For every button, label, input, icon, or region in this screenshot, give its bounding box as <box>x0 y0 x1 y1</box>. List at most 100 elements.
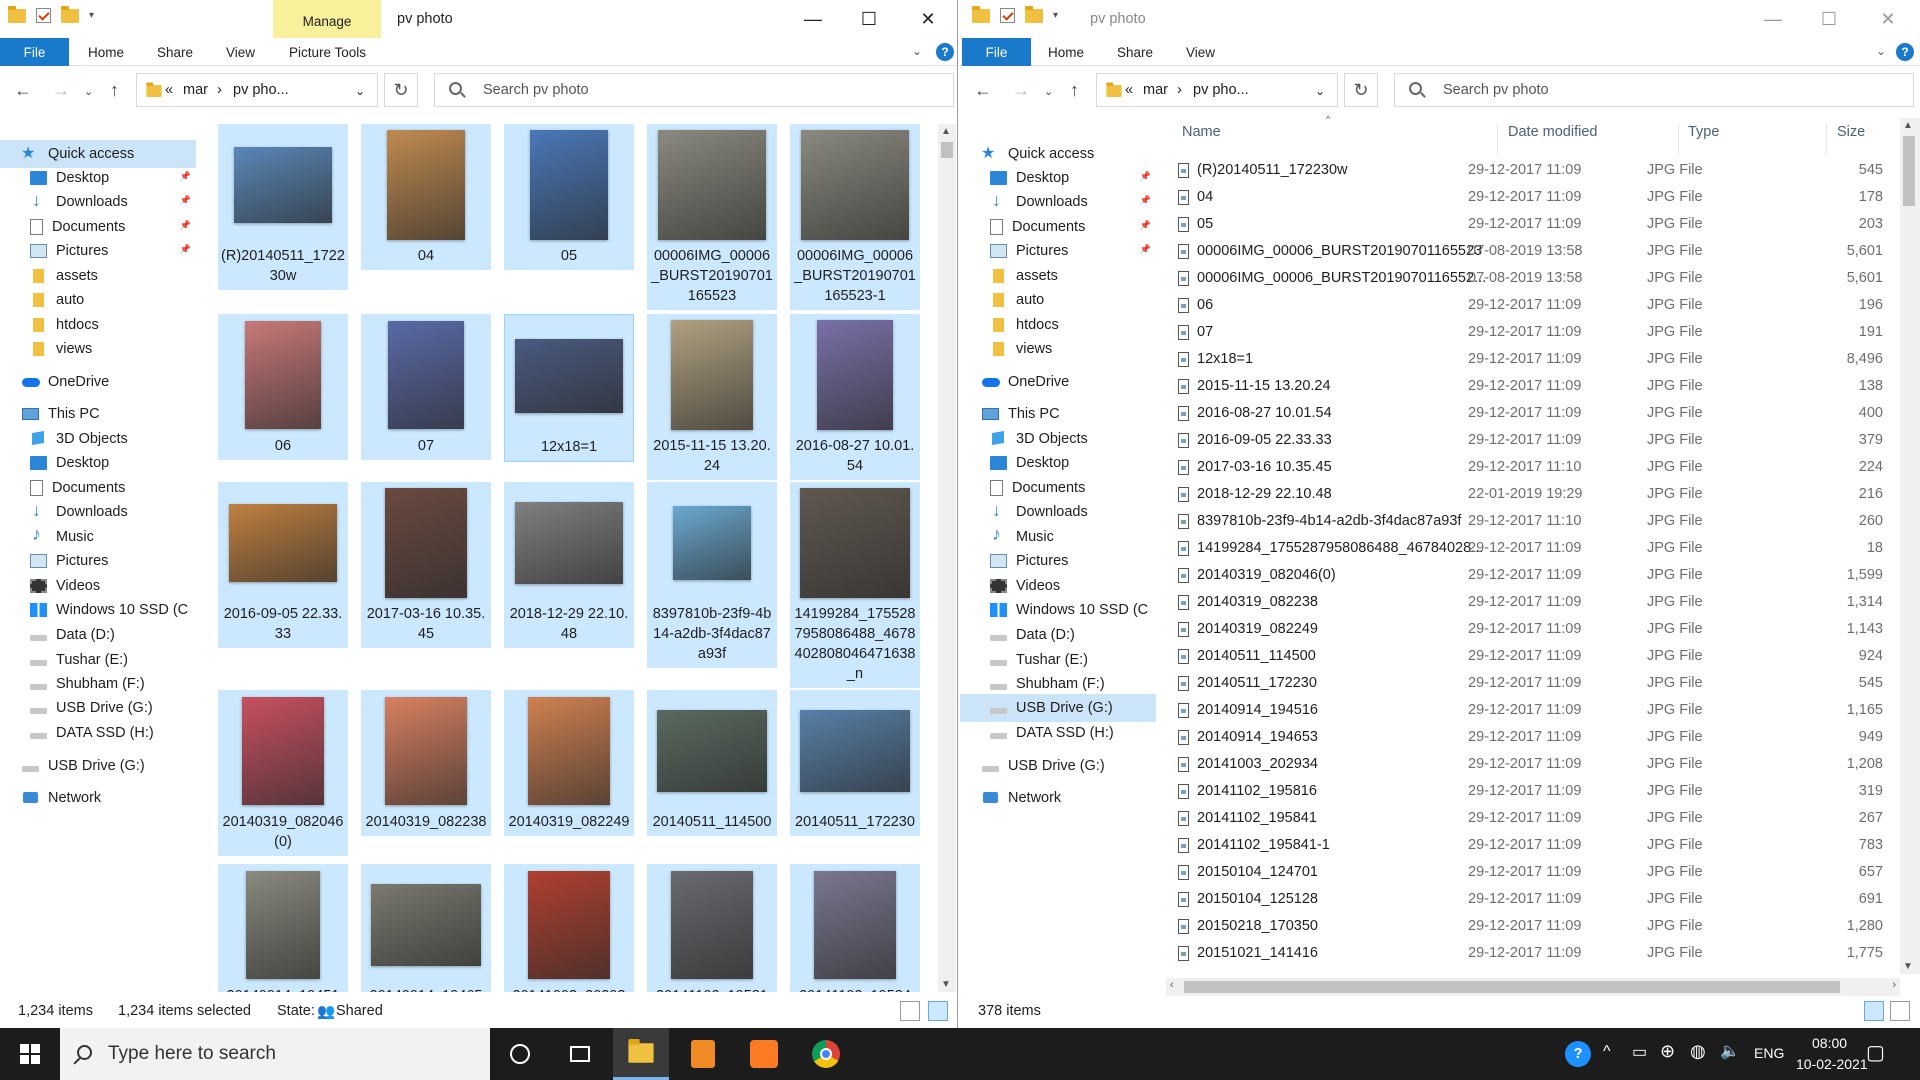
nav-item[interactable]: USB Drive (G:) <box>0 752 196 780</box>
file-tile[interactable]: 2017-03-16 10.35.45 <box>361 482 491 648</box>
list-row[interactable]: 04 29-12-2017 11:09 JPG File 178 <box>1175 185 1895 212</box>
list-row[interactable]: 05 29-12-2017 11:09 JPG File 203 <box>1175 212 1895 239</box>
sublime-text-taskbar-icon[interactable] <box>675 1028 731 1080</box>
list-row[interactable]: 20141102_195841 29-12-2017 11:09 JPG File 2… <box>1175 806 1895 833</box>
large-icons-view-icon[interactable] <box>1890 1001 1910 1021</box>
list-row[interactable]: 20140319_082249 29-12-2017 11:09 JPG File 1… <box>1175 617 1895 644</box>
forward-icon[interactable]: → <box>52 80 70 101</box>
file-tile[interactable]: (R)20140511_172230w <box>218 124 348 290</box>
list-row[interactable]: 07 29-12-2017 11:09 JPG File 191 <box>1175 320 1895 347</box>
network-tray-icon[interactable]: ⊕ <box>1660 1041 1675 1062</box>
pin-icon[interactable]: 📌 <box>180 220 191 231</box>
file-tile[interactable]: 04 <box>361 124 491 270</box>
volume-icon[interactable]: 🔈 <box>1720 1041 1740 1061</box>
scroll-left-icon[interactable]: ‹ <box>1170 979 1174 991</box>
battery-icon[interactable]: ▭ <box>1632 1042 1647 1062</box>
pin-icon[interactable]: 📌 <box>180 195 191 206</box>
taskbar-search-input[interactable]: Type here to search <box>60 1028 490 1080</box>
file-tile[interactable]: 2018-12-29 22.10.48 <box>504 482 634 648</box>
start-button[interactable] <box>2 1028 58 1080</box>
clock-date[interactable]: 10-02-2021 <box>1796 1056 1868 1072</box>
list-row[interactable]: 20140511_172230 29-12-2017 11:09 JPG File 5… <box>1175 671 1895 698</box>
nav-item[interactable]: Data (D:) <box>0 621 196 649</box>
nav-item[interactable]: DATA SSD (H:) <box>0 719 196 747</box>
nav-item[interactable]: Network <box>0 784 196 812</box>
nav-item[interactable]: auto <box>0 286 196 314</box>
vertical-scrollbar[interactable]: ▲ ▼ <box>938 124 956 992</box>
details-view-icon[interactable] <box>1864 1001 1884 1021</box>
list-row[interactable]: 2017-03-16 10.35.45 29-12-2017 11:10 JPG F… <box>1175 455 1895 482</box>
notification-icon[interactable]: ▢ <box>1866 1040 1885 1065</box>
list-row[interactable]: 2016-09-05 22.33.33 29-12-2017 11:09 JPG F… <box>1175 428 1895 455</box>
list-row[interactable]: 2016-08-27 10.01.54 29-12-2017 11:09 JPG F… <box>1175 401 1895 428</box>
chevron-up-icon[interactable]: ^ <box>1603 1043 1611 1061</box>
horizontal-scrollbar[interactable]: ‹ › <box>1166 978 1900 996</box>
breadcrumb-current[interactable]: pv pho... <box>233 82 289 98</box>
tab-home[interactable]: Home <box>88 45 124 60</box>
file-tile[interactable]: 20140511_172230 <box>790 690 920 836</box>
file-tile[interactable]: 20140319_082238 <box>361 690 491 836</box>
list-row[interactable]: 12x18=1 29-12-2017 11:09 JPG File 8,496 <box>1175 347 1895 374</box>
file-tile[interactable]: 07 <box>361 314 491 460</box>
list-row[interactable]: 14199284_1755287958086488_46784028... 29-… <box>1175 536 1895 563</box>
pin-icon[interactable]: 📌 <box>180 171 191 182</box>
properties-icon[interactable] <box>36 8 51 23</box>
file-tile[interactable]: 20140511_114500 <box>647 690 777 836</box>
list-row[interactable]: 20150104_125128 29-12-2017 11:09 JPG File 6… <box>1175 887 1895 914</box>
breadcrumb-overflow[interactable]: « <box>165 82 173 98</box>
vertical-scrollbar[interactable]: ▲ ▼ <box>1900 118 1920 974</box>
file-tile[interactable]: 06 <box>218 314 348 460</box>
details-view-icon[interactable] <box>900 1001 920 1021</box>
chrome-taskbar-icon[interactable] <box>798 1028 854 1080</box>
large-icons-view-icon[interactable] <box>928 1001 948 1021</box>
scroll-up-icon[interactable]: ▲ <box>941 126 951 137</box>
list-row[interactable]: 00006IMG_00006_BURST2019070116552... 07-0… <box>1175 266 1895 293</box>
nav-item[interactable]: This PC <box>0 400 196 428</box>
scroll-thumb[interactable] <box>941 142 953 158</box>
list-row[interactable]: 20140319_082238 29-12-2017 11:09 JPG File 1… <box>1175 590 1895 617</box>
file-tile[interactable]: 20141003_20293 <box>504 864 634 992</box>
recent-icon[interactable]: ⌄ <box>84 85 93 98</box>
new-folder-icon[interactable] <box>61 5 79 23</box>
file-tile[interactable]: 20140319_082046(0) <box>218 690 348 856</box>
nav-item[interactable]: Downloads <box>0 498 196 526</box>
nav-item[interactable]: USB Drive (G:) <box>0 694 196 722</box>
file-tile[interactable]: 20140914_19451 <box>218 864 348 992</box>
scroll-thumb[interactable] <box>1903 136 1915 206</box>
help-tray-icon[interactable]: ? <box>1548 1028 1608 1080</box>
file-tile[interactable]: 2016-09-05 22.33.33 <box>218 482 348 648</box>
pin-icon[interactable]: 📌 <box>180 244 191 255</box>
tab-view[interactable]: View <box>226 45 255 60</box>
nav-item[interactable]: Windows 10 SSD (C <box>0 596 196 624</box>
list-row[interactable]: (R)20140511_172230w 29-12-2017 11:09 JPG F… <box>1175 158 1895 185</box>
file-explorer-taskbar-icon[interactable] <box>613 1028 669 1080</box>
file-tile[interactable]: 2016-08-27 10.01.54 <box>790 314 920 480</box>
file-tile[interactable]: 00006IMG_00006_BURST20190701165523 <box>647 124 777 310</box>
list-row[interactable]: 20150218_170350 29-12-2017 11:09 JPG File 1… <box>1175 914 1895 941</box>
list-row[interactable]: 20141102_195841-1 29-12-2017 11:09 JPG Fil… <box>1175 833 1895 860</box>
search-input[interactable]: Search pv photo <box>434 73 954 107</box>
expand-ribbon-icon[interactable]: ⌄ <box>912 44 922 58</box>
scroll-up-icon[interactable]: ▲ <box>1903 120 1913 131</box>
file-tile[interactable]: 20140319_082249 <box>504 690 634 836</box>
manage-tab[interactable]: Manage <box>273 0 381 38</box>
address-bar[interactable]: « mar › pv pho... ⌄ <box>136 73 378 107</box>
list-row[interactable]: 20140914_194653 29-12-2017 11:09 JPG File 9… <box>1175 725 1895 752</box>
file-tile[interactable]: 20140914_19465 <box>361 864 491 992</box>
tab-picture-tools[interactable]: Picture Tools <box>289 45 366 60</box>
scroll-down-icon[interactable]: ▼ <box>941 979 951 990</box>
list-row[interactable]: 20150104_124701 29-12-2017 11:09 JPG File 6… <box>1175 860 1895 887</box>
nav-item[interactable]: Pictures <box>0 547 196 575</box>
xampp-taskbar-icon[interactable] <box>736 1028 792 1080</box>
customize-toolbar-icon[interactable]: ▾ <box>89 10 94 21</box>
list-row[interactable]: 20140914_194516 29-12-2017 11:09 JPG File 1… <box>1175 698 1895 725</box>
up-icon[interactable]: ↑ <box>110 80 119 101</box>
minimize-icon[interactable]: — <box>790 0 836 38</box>
nav-item[interactable]: OneDrive <box>0 368 196 396</box>
globe-icon[interactable]: ◍ <box>1690 1041 1706 1062</box>
file-tile[interactable]: 05 <box>504 124 634 270</box>
scroll-thumb[interactable] <box>1184 981 1840 993</box>
nav-item[interactable]: Pictures 📌 <box>0 237 196 265</box>
list-row[interactable]: 06 29-12-2017 11:09 JPG File 196 <box>1175 293 1895 320</box>
list-row[interactable]: 20140511_114500 29-12-2017 11:09 JPG File 9… <box>1175 644 1895 671</box>
